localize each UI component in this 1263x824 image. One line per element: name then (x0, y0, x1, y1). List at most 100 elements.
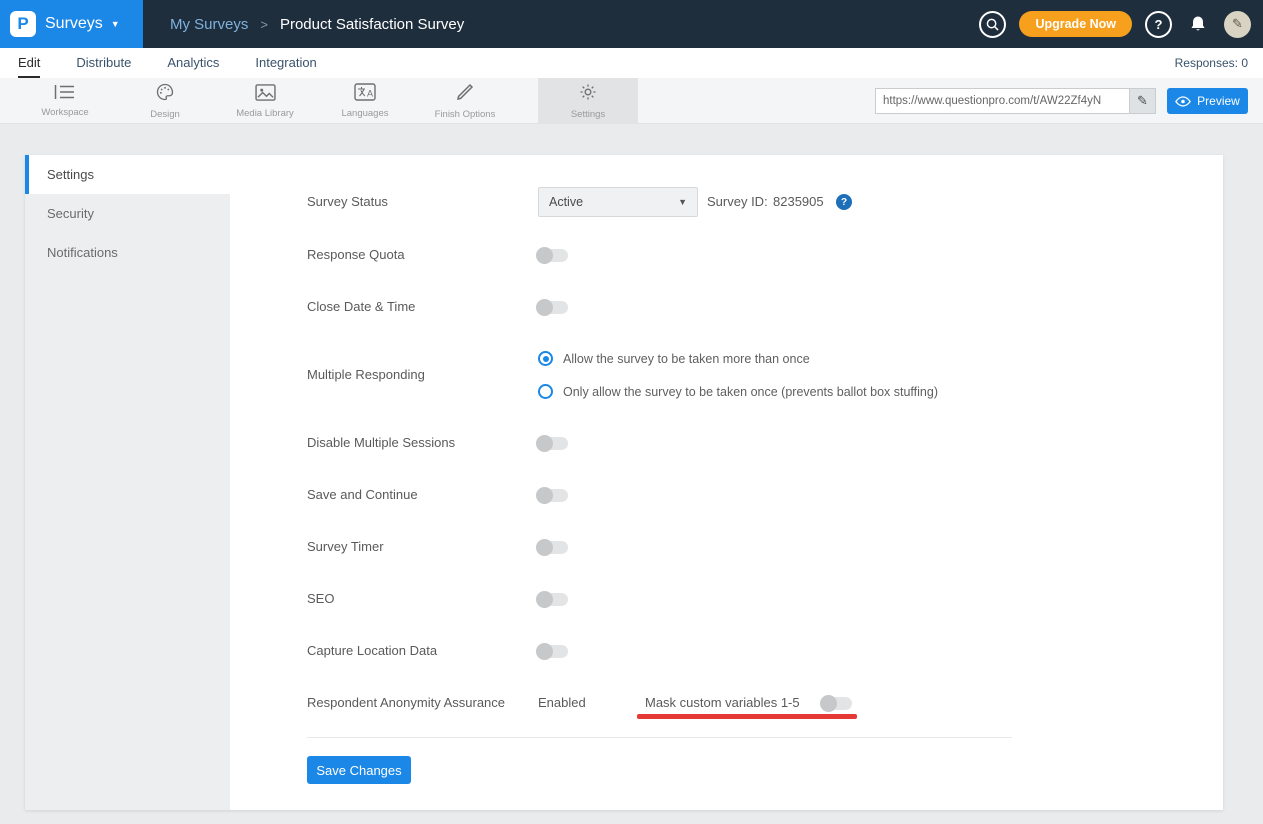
workspace-icon (54, 84, 76, 105)
settings-gear-icon (578, 82, 598, 107)
save-changes-button[interactable]: Save Changes (307, 756, 411, 784)
media-library-icon (255, 84, 276, 106)
survey-nav: Edit Distribute Analytics Integration Re… (0, 48, 1263, 78)
sidebar-item-label: Security (47, 206, 94, 221)
survey-url-box: ✎ (875, 88, 1156, 114)
svg-text:A: A (367, 89, 373, 99)
toolbar-item-label: Finish Options (435, 109, 496, 120)
survey-url-input[interactable] (876, 95, 1129, 107)
disable-sessions-label: Disable Multiple Sessions (307, 435, 455, 451)
header-actions: Upgrade Now ? ✎ (979, 0, 1251, 48)
sidebar-item-notifications[interactable]: Notifications (25, 233, 230, 272)
breadcrumb: My Surveys > Product Satisfaction Survey (170, 0, 464, 48)
eye-icon (1175, 96, 1191, 107)
survey-status-value: Active (549, 195, 583, 209)
tab-edit[interactable]: Edit (18, 48, 40, 78)
survey-id-value: 8235905 (773, 194, 824, 210)
toggle-knob (536, 435, 553, 452)
disable-sessions-toggle[interactable] (538, 437, 568, 450)
surveys-product-switcher[interactable]: P Surveys ▼ (0, 0, 143, 48)
finish-options-icon (455, 82, 475, 107)
breadcrumb-separator: > (260, 17, 268, 32)
save-continue-label: Save and Continue (307, 487, 418, 503)
sidebar-item-label: Settings (47, 167, 94, 182)
toolbar-item-design[interactable]: Design (115, 78, 215, 124)
sidebar-item-label: Notifications (47, 245, 118, 260)
toolbar-item-languages[interactable]: A Languages (315, 78, 415, 124)
toggle-knob (536, 643, 553, 660)
toolbar-item-label: Media Library (236, 108, 294, 119)
toggle-knob (536, 299, 553, 316)
highlight-underline (637, 714, 857, 719)
tab-analytics[interactable]: Analytics (167, 48, 219, 78)
questionpro-logo: P (10, 11, 36, 37)
mask-custom-variables-label: Mask custom variables 1-5 (645, 695, 800, 711)
bell-icon (1190, 15, 1206, 33)
radio-only-once-label[interactable]: Only allow the survey to be taken once (… (563, 385, 938, 400)
save-continue-toggle[interactable] (538, 489, 568, 502)
toolbar-item-settings[interactable]: Settings (538, 78, 638, 124)
sidebar-item-security[interactable]: Security (25, 194, 230, 233)
anonymity-label: Respondent Anonymity Assurance (307, 695, 505, 711)
page-title: Product Satisfaction Survey (280, 16, 464, 33)
toolbar-item-label: Design (150, 109, 180, 120)
toolbar-item-workspace[interactable]: Workspace (15, 78, 115, 124)
seo-label: SEO (307, 591, 334, 607)
edit-toolbar: Workspace Design (0, 78, 1263, 124)
mask-custom-variables-toggle[interactable] (822, 697, 852, 710)
toolbar-item-finish-options[interactable]: Finish Options (415, 78, 515, 124)
toolbar-item-label: Settings (571, 109, 605, 120)
survey-id-help-icon[interactable]: ? (836, 194, 852, 210)
toggle-knob (820, 695, 837, 712)
capture-location-label: Capture Location Data (307, 643, 437, 659)
nav-tabs: Edit Distribute Analytics Integration (18, 48, 317, 78)
survey-status-dropdown[interactable]: Active ▼ (538, 187, 698, 217)
notifications-button[interactable] (1185, 15, 1211, 33)
pencil-icon: ✎ (1137, 93, 1148, 109)
close-date-toggle[interactable] (538, 301, 568, 314)
search-button[interactable] (979, 11, 1006, 38)
toggle-knob (536, 247, 553, 264)
product-name: Surveys (45, 15, 103, 33)
radio-only-once[interactable] (538, 384, 553, 399)
toolbar-item-label: Workspace (41, 107, 88, 118)
tab-integration[interactable]: Integration (255, 48, 316, 78)
toolbar-item-label: Languages (341, 108, 388, 119)
response-quota-label: Response Quota (307, 247, 405, 263)
toolbar-items: Workspace Design (15, 78, 638, 124)
close-date-label: Close Date & Time (307, 299, 415, 315)
survey-id-label: Survey ID: (707, 194, 768, 210)
app-root: P Surveys ▼ My Surveys > Product Satisfa… (0, 0, 1263, 824)
toggle-knob (536, 539, 553, 556)
toolbar-item-media-library[interactable]: Media Library (215, 78, 315, 124)
breadcrumb-my-surveys[interactable]: My Surveys (170, 16, 248, 33)
upgrade-now-button[interactable]: Upgrade Now (1019, 11, 1132, 37)
responses-count: Responses: 0 (1175, 48, 1248, 78)
seo-toggle[interactable] (538, 593, 568, 606)
form-divider (307, 737, 1012, 738)
design-icon (155, 82, 175, 107)
edit-url-button[interactable]: ✎ (1129, 89, 1155, 113)
radio-allow-multiple[interactable] (538, 351, 553, 366)
top-header: P Surveys ▼ My Surveys > Product Satisfa… (0, 0, 1263, 48)
anonymity-status: Enabled (538, 695, 586, 711)
preview-button[interactable]: Preview (1167, 88, 1248, 114)
radio-allow-multiple-label[interactable]: Allow the survey to be taken more than o… (563, 352, 810, 367)
survey-status-label: Survey Status (307, 194, 388, 210)
avatar[interactable]: ✎ (1224, 11, 1251, 38)
tab-distribute[interactable]: Distribute (76, 48, 131, 78)
help-button[interactable]: ? (1145, 11, 1172, 38)
search-icon (986, 18, 999, 31)
chevron-down-icon: ▼ (111, 19, 120, 29)
multiple-responding-label: Multiple Responding (307, 367, 425, 383)
survey-timer-toggle[interactable] (538, 541, 568, 554)
response-quota-toggle[interactable] (538, 249, 568, 262)
settings-sidebar: Settings Security Notifications (25, 155, 230, 810)
settings-card: Settings Security Notifications Survey S… (25, 155, 1223, 810)
sidebar-item-settings[interactable]: Settings (25, 155, 230, 194)
toggle-knob (536, 487, 553, 504)
capture-location-toggle[interactable] (538, 645, 568, 658)
survey-timer-label: Survey Timer (307, 539, 384, 555)
languages-icon: A (354, 83, 376, 106)
chevron-down-icon: ▼ (678, 197, 687, 207)
